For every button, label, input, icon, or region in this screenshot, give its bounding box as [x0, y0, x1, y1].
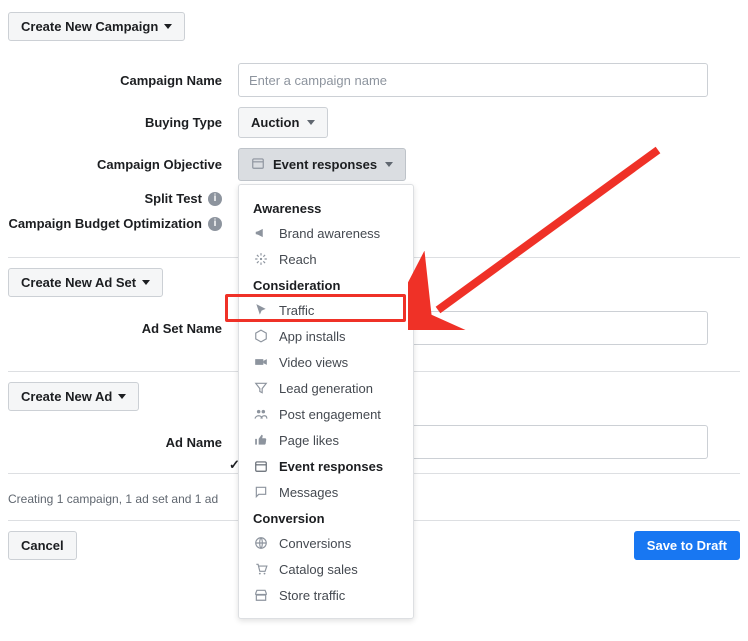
objective-option-label: Messages	[279, 485, 338, 500]
objective-option-label: App installs	[279, 329, 345, 344]
campaign-name-label: Campaign Name	[8, 73, 238, 88]
calendar-icon	[253, 458, 269, 474]
save-draft-button[interactable]: Save to Draft	[634, 531, 740, 560]
chevron-down-icon	[164, 24, 172, 29]
objective-option-messages[interactable]: Messages	[239, 479, 413, 505]
objective-option-label: Page likes	[279, 433, 339, 448]
people-icon	[253, 406, 269, 422]
budget-optimization-label: Campaign Budget Optimization i	[8, 216, 238, 231]
split-test-label: Split Test i	[8, 191, 238, 206]
objective-group-title: Awareness	[239, 195, 413, 220]
cancel-button[interactable]: Cancel	[8, 531, 77, 560]
objective-option-catalog-sales[interactable]: Catalog sales	[239, 556, 413, 582]
ad-name-label: Ad Name	[8, 435, 238, 450]
check-icon: ✓	[229, 457, 245, 473]
objective-option-app-installs[interactable]: App installs	[239, 323, 413, 349]
create-ad-set-button[interactable]: Create New Ad Set	[8, 268, 163, 297]
cart-icon	[253, 561, 269, 577]
create-campaign-button[interactable]: Create New Campaign	[8, 12, 185, 41]
megaphone-icon	[253, 225, 269, 241]
objective-option-reach[interactable]: Reach	[239, 246, 413, 272]
globe-icon	[253, 535, 269, 551]
cancel-label: Cancel	[21, 538, 64, 553]
create-campaign-label: Create New Campaign	[21, 19, 158, 34]
campaign-objective-select[interactable]: Event responses	[238, 148, 406, 181]
objective-option-label: Lead generation	[279, 381, 373, 396]
thumbs-up-icon	[253, 432, 269, 448]
create-ad-button[interactable]: Create New Ad	[8, 382, 139, 411]
objective-option-label: Video views	[279, 355, 348, 370]
store-icon	[253, 587, 269, 603]
save-draft-label: Save to Draft	[647, 538, 727, 553]
funnel-icon	[253, 380, 269, 396]
chevron-down-icon	[385, 162, 393, 167]
objective-option-label: Store traffic	[279, 588, 345, 603]
video-icon	[253, 354, 269, 370]
objective-option-brand-awareness[interactable]: Brand awareness	[239, 220, 413, 246]
chevron-down-icon	[118, 394, 126, 399]
objective-option-traffic[interactable]: Traffic	[239, 297, 413, 323]
chat-icon	[253, 484, 269, 500]
chevron-down-icon	[307, 120, 315, 125]
campaign-objective-label: Campaign Objective	[8, 157, 238, 172]
objective-group-title: Conversion	[239, 505, 413, 530]
buying-type-value: Auction	[251, 115, 299, 130]
objective-option-conversions[interactable]: Conversions	[239, 530, 413, 556]
info-icon[interactable]: i	[208, 192, 222, 206]
cursor-icon	[253, 302, 269, 318]
create-ad-label: Create New Ad	[21, 389, 112, 404]
create-ad-set-label: Create New Ad Set	[21, 275, 136, 290]
objective-option-label: Brand awareness	[279, 226, 380, 241]
chevron-down-icon	[142, 280, 150, 285]
objective-option-label: Reach	[279, 252, 317, 267]
campaign-objective-value: Event responses	[273, 157, 377, 172]
ad-set-name-label: Ad Set Name	[8, 321, 238, 336]
campaign-name-input[interactable]	[238, 63, 708, 97]
objective-option-lead-generation[interactable]: Lead generation	[239, 375, 413, 401]
objective-dropdown: Awareness Brand awareness Reach Consider…	[238, 184, 414, 619]
info-icon[interactable]: i	[208, 217, 222, 231]
objective-option-label: Traffic	[279, 303, 314, 318]
objective-option-store-traffic[interactable]: Store traffic	[239, 582, 413, 608]
objective-option-label: Post engagement	[279, 407, 381, 422]
objective-group-title: Consideration	[239, 272, 413, 297]
calendar-icon	[251, 156, 265, 173]
objective-option-label: Conversions	[279, 536, 351, 551]
reach-icon	[253, 251, 269, 267]
package-icon	[253, 328, 269, 344]
buying-type-select[interactable]: Auction	[238, 107, 328, 138]
buying-type-label: Buying Type	[8, 115, 238, 130]
objective-option-video-views[interactable]: Video views	[239, 349, 413, 375]
objective-option-page-likes[interactable]: Page likes	[239, 427, 413, 453]
objective-option-label: Event responses	[279, 459, 383, 474]
objective-option-event-responses[interactable]: ✓ Event responses	[239, 453, 413, 479]
objective-option-post-engagement[interactable]: Post engagement	[239, 401, 413, 427]
objective-option-label: Catalog sales	[279, 562, 358, 577]
